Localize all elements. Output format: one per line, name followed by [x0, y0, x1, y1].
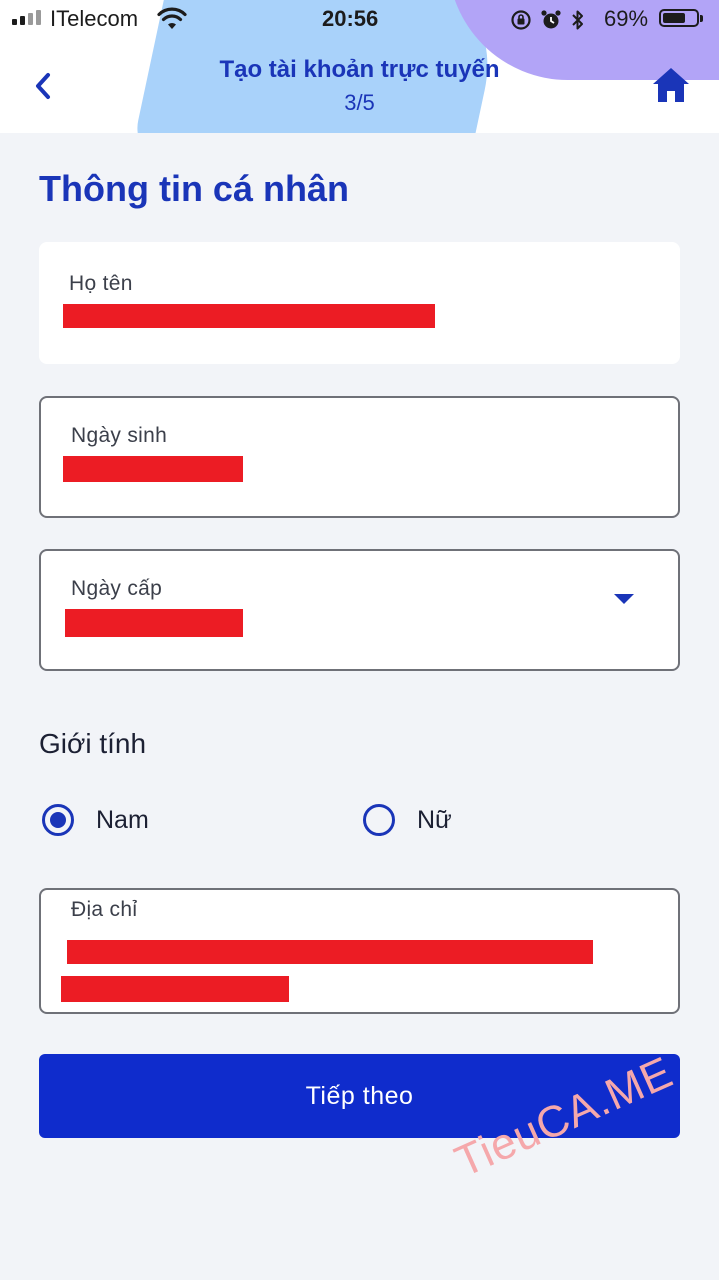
address-line1-redacted — [67, 940, 593, 964]
gender-option-male-label: Nam — [96, 805, 149, 834]
signal-strength-icon — [12, 10, 41, 25]
gender-option-female-label: Nữ — [417, 805, 452, 834]
birth-date-field[interactable]: Ngày sinh — [39, 396, 680, 518]
carrier-name: ITelecom — [50, 6, 139, 31]
full-name-field[interactable]: Họ tên — [39, 242, 680, 364]
radio-unselected-icon[interactable] — [363, 804, 395, 836]
rotation-lock-icon — [511, 10, 531, 30]
wifi-icon — [157, 7, 187, 29]
issue-date-label: Ngày cấp — [71, 577, 163, 600]
address-label: Địa chỉ — [71, 898, 138, 921]
top-navigation-bar: ITelecom 20:56 69% Tạo tài khoản trực tu… — [0, 0, 719, 133]
gender-option-male[interactable]: Nam — [42, 804, 149, 836]
gender-label: Giới tính — [39, 728, 147, 759]
full-name-label: Họ tên — [69, 272, 133, 295]
issue-date-dropdown[interactable]: Ngày cấp — [39, 549, 680, 671]
birth-date-value-redacted — [63, 456, 243, 482]
step-indicator: 3/5 — [344, 90, 375, 115]
caret-down-icon — [614, 594, 634, 604]
full-name-value-redacted — [63, 304, 435, 328]
battery-percentage: 69% — [604, 6, 649, 31]
gender-option-female[interactable]: Nữ — [363, 804, 452, 836]
radio-selected-icon[interactable] — [42, 804, 74, 836]
address-line2-redacted — [61, 976, 289, 1002]
issue-date-value-redacted — [65, 609, 243, 637]
battery-icon — [659, 9, 703, 27]
home-button[interactable] — [648, 62, 694, 108]
home-icon — [653, 68, 689, 102]
address-field[interactable]: Địa chỉ — [39, 888, 680, 1014]
page-title: Tạo tài khoản trực tuyến — [219, 56, 500, 83]
status-bar: ITelecom 20:56 69% — [0, 0, 719, 40]
alarm-icon — [541, 10, 561, 29]
status-time: 20:56 — [322, 6, 379, 31]
section-title: Thông tin cá nhân — [39, 168, 349, 209]
birth-date-label: Ngày sinh — [71, 424, 168, 447]
bluetooth-icon — [572, 10, 583, 30]
